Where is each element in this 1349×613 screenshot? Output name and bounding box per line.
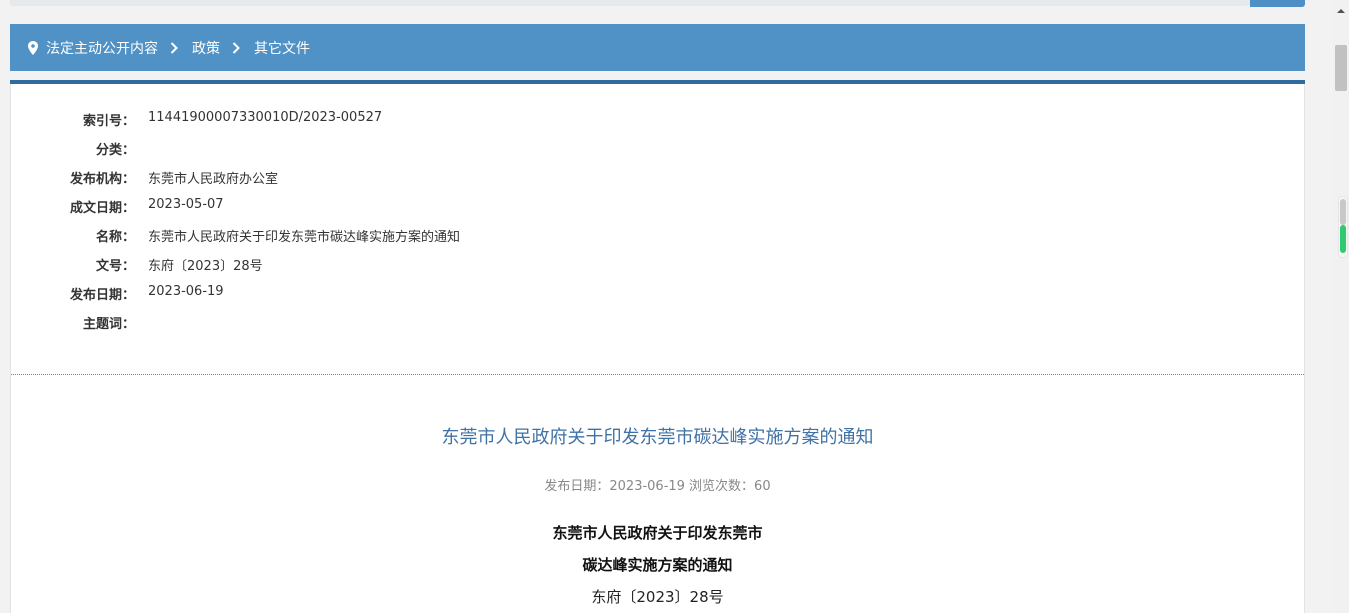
meta-label: 成文日期： bbox=[69, 201, 135, 216]
breadcrumb: 法定主动公开内容 政策 其它文件 bbox=[10, 24, 1305, 71]
meta-value: 东府〔2023〕28号 bbox=[148, 259, 263, 274]
meta-label: 文号： bbox=[95, 259, 135, 274]
document-title: 东莞市人民政府关于印发东莞市碳达峰实施方案的通知 bbox=[441, 427, 874, 448]
breadcrumb-item-policy[interactable]: 政策 bbox=[192, 38, 220, 58]
chevron-right-icon bbox=[170, 41, 178, 54]
location-pin-icon bbox=[27, 40, 39, 55]
breadcrumb-item-other-documents[interactable]: 其它文件 bbox=[254, 38, 310, 58]
meta-value: 东莞市人民政府关于印发东莞市碳达峰实施方案的通知 bbox=[148, 230, 461, 245]
search-button-remnant[interactable] bbox=[1250, 0, 1305, 7]
scrollbar-thumb[interactable] bbox=[1335, 45, 1347, 91]
meta-label: 名称： bbox=[95, 230, 135, 245]
meta-label: 发布日期： bbox=[69, 288, 135, 303]
meta-value: 2023-05-07 bbox=[148, 197, 224, 212]
chevron-right-icon bbox=[232, 41, 240, 54]
page: 法定主动公开内容 政策 其它文件 索引号： 11441900007330010D… bbox=[0, 0, 1349, 613]
breadcrumb-item-public-content[interactable]: 法定主动公开内容 bbox=[46, 38, 158, 58]
reading-progress-fill bbox=[1340, 225, 1346, 253]
scroll-up-arrow-icon[interactable] bbox=[1335, 0, 1347, 13]
document-info: 发布日期：2023-06-19 浏览次数：60 bbox=[544, 479, 771, 494]
document-panel: 索引号： 11441900007330010D/2023-00527 分类： 发… bbox=[10, 84, 1305, 613]
search-input-remnant[interactable] bbox=[10, 0, 1250, 6]
document-heading-line1: 东莞市人民政府关于印发东莞市 bbox=[552, 524, 763, 542]
meta-label: 索引号： bbox=[82, 114, 135, 129]
dotted-divider bbox=[11, 374, 1304, 375]
page-scrollbar[interactable] bbox=[1333, 0, 1349, 613]
meta-label: 分类： bbox=[95, 143, 135, 158]
document-number: 东府〔2023〕28号 bbox=[591, 588, 724, 606]
document-heading-line2: 碳达峰实施方案的通知 bbox=[582, 556, 733, 574]
meta-value: 2023-06-19 bbox=[148, 284, 224, 299]
meta-value: 东莞市人民政府办公室 bbox=[148, 172, 279, 187]
meta-value: 11441900007330010D/2023-00527 bbox=[148, 110, 383, 125]
reading-progress-indicator[interactable] bbox=[1338, 196, 1348, 258]
reading-progress-thumb[interactable] bbox=[1340, 199, 1346, 225]
meta-label: 发布机构： bbox=[69, 172, 135, 187]
meta-label: 主题词： bbox=[82, 317, 135, 332]
